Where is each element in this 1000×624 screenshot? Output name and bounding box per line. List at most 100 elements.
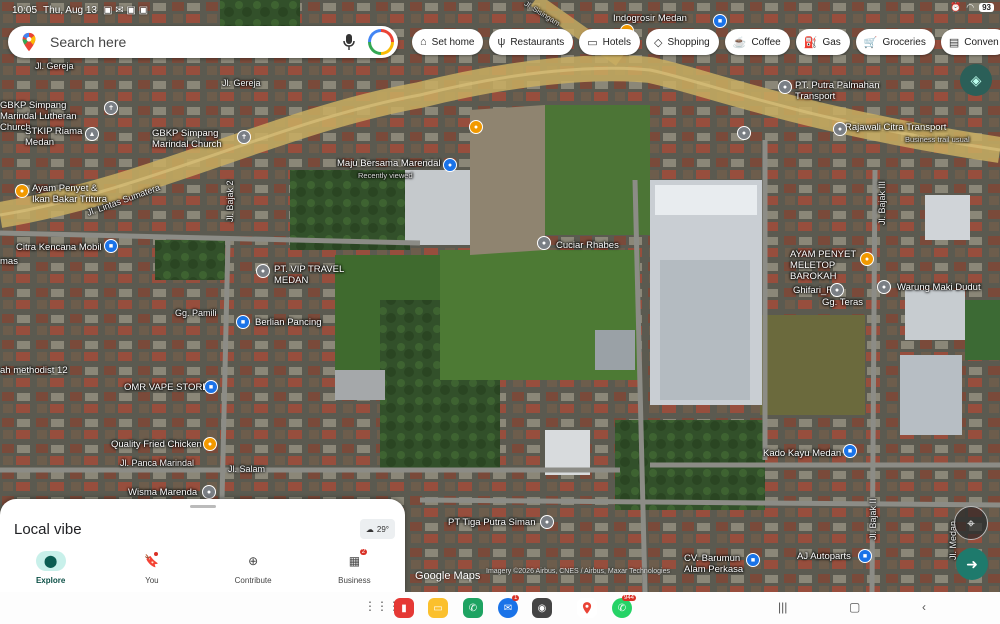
microphone-icon[interactable] bbox=[342, 33, 356, 51]
map-label[interactable]: OMR VAPE STORE bbox=[124, 382, 209, 393]
weather-chip[interactable]: ☁ 29° bbox=[359, 519, 395, 539]
shopping-pin-icon[interactable]: ■ bbox=[104, 239, 118, 253]
food-pin-icon[interactable]: ● bbox=[15, 184, 29, 198]
place-pin-icon[interactable]: ● bbox=[256, 264, 270, 278]
groceries-icon: 🛒 bbox=[863, 36, 878, 49]
home-icon: ⌂ bbox=[420, 36, 427, 48]
place-pin-icon[interactable]: ● bbox=[778, 80, 792, 94]
school-pin-icon[interactable]: ▲ bbox=[85, 127, 99, 141]
messages-badge: 1 bbox=[512, 595, 520, 601]
temperature: 29° bbox=[376, 524, 389, 534]
whatsapp-badge: 944 bbox=[622, 595, 637, 601]
chip-shopping[interactable]: ◇ Shopping bbox=[646, 29, 719, 55]
back-button-icon[interactable]: ‹ bbox=[922, 600, 926, 614]
map-label: Gg. Teras bbox=[822, 297, 864, 308]
place-pin-icon[interactable]: ● bbox=[830, 283, 844, 297]
app-notes-icon[interactable]: ▮ bbox=[394, 598, 414, 618]
church-pin-icon[interactable]: ✝ bbox=[104, 101, 118, 115]
nav-explore[interactable]: ⬤ Explore bbox=[0, 547, 101, 592]
map-label[interactable]: CV. Barumun Alam Perkasa bbox=[684, 553, 744, 575]
home-button-icon[interactable]: ▢ bbox=[849, 600, 860, 614]
map-label[interactable]: Kado Kayu Medan bbox=[763, 448, 841, 459]
map-label[interactable]: Maju Bersama Marendal bbox=[337, 158, 441, 169]
app-camera-icon[interactable]: ◉ bbox=[532, 598, 552, 618]
chip-convenience[interactable]: ▤ Conven bbox=[940, 29, 1000, 55]
chip-gas[interactable]: ⛽ Gas bbox=[795, 29, 850, 55]
chip-coffee[interactable]: ☕ Coffee bbox=[724, 29, 790, 55]
map-label[interactable]: PT. VIP TRAVEL MEDAN bbox=[274, 264, 354, 286]
road-label: Jl. Bajak III bbox=[877, 180, 887, 225]
recent-apps-icon[interactable]: ||| bbox=[778, 600, 787, 614]
food-pin-icon[interactable]: ● bbox=[860, 252, 874, 266]
sheet-drag-handle[interactable] bbox=[190, 505, 216, 508]
status-bar: 10:05 Thu, Aug 13 ▣ ✉ ▣ ▣ bbox=[12, 2, 148, 18]
road-label: Jl. Panca Marindal bbox=[120, 458, 195, 468]
cloud-icon: ☁ bbox=[365, 524, 374, 534]
nav-you[interactable]: 🔖 You bbox=[101, 547, 202, 592]
directions-button[interactable]: ➜ bbox=[956, 548, 988, 580]
app-maps-icon[interactable] bbox=[577, 598, 597, 618]
nav-business[interactable]: ▦ 2 Business bbox=[304, 547, 405, 592]
gas-icon: ⛽ bbox=[803, 36, 818, 49]
shopping-pin-icon[interactable]: ■ bbox=[858, 549, 872, 563]
map-label[interactable]: Rajawali Citra Transport bbox=[845, 122, 946, 133]
map-label[interactable]: PT Tiga Putra Siman bbox=[448, 517, 535, 528]
bottom-navigation: ⬤ Explore 🔖 You ⊕ Contribute ▦ 2 Busines… bbox=[0, 547, 405, 592]
map-label: ah methodist 12 bbox=[0, 365, 68, 376]
search-bar[interactable]: Search here bbox=[8, 26, 398, 58]
chip-groceries[interactable]: 🛒 Groceries bbox=[855, 29, 935, 55]
recent-pin-icon[interactable]: ● bbox=[443, 158, 457, 172]
road-label: Jl. Salam bbox=[228, 464, 266, 474]
account-avatar[interactable] bbox=[368, 29, 394, 55]
shopping-pin-icon[interactable]: ■ bbox=[713, 14, 727, 28]
map-label[interactable]: AYAM PENYET MELETOP BAROKAH bbox=[790, 249, 870, 282]
map-label[interactable]: Wisma Marenda bbox=[128, 487, 197, 498]
explore-pin-icon: ⬤ bbox=[35, 551, 66, 571]
alarm-icon: ⏰ bbox=[950, 2, 962, 12]
nav-contribute[interactable]: ⊕ Contribute bbox=[203, 547, 304, 592]
map-label[interactable]: Cuciar Rhabes bbox=[556, 240, 619, 251]
church-pin-icon[interactable]: ✝ bbox=[237, 130, 251, 144]
food-pin-icon[interactable]: ● bbox=[469, 120, 483, 134]
map-label[interactable]: GBKP Simpang Marindal Church bbox=[152, 128, 237, 150]
map-label[interactable]: Berlian Pancing bbox=[255, 317, 322, 328]
google-maps-logo-icon bbox=[22, 32, 36, 52]
bottom-sheet[interactable]: Local vibe ☁ 29° ⬤ Explore 🔖 You ⊕ Contr… bbox=[0, 499, 405, 592]
directions-icon: ➜ bbox=[966, 555, 978, 572]
chip-restaurants[interactable]: ψ Restaurants bbox=[489, 29, 574, 55]
layers-button[interactable]: ◈ bbox=[960, 64, 992, 96]
map-label[interactable]: AJ Autoparts bbox=[797, 551, 851, 562]
place-pin-icon[interactable]: ● bbox=[202, 485, 216, 499]
chip-set-home[interactable]: ⌂ Set home bbox=[412, 29, 484, 55]
map-label[interactable]: Ayam Penyet & Ikan Bakar Tritura bbox=[32, 183, 112, 205]
app-phone-icon[interactable]: ✆ bbox=[463, 598, 483, 618]
place-pin-icon[interactable]: ● bbox=[737, 126, 751, 140]
map-label[interactable]: STKIP Riama Medan bbox=[25, 126, 85, 148]
notification-icons: ▣ ✉ ▣ ▣ bbox=[102, 4, 149, 16]
shopping-pin-icon[interactable]: ■ bbox=[236, 315, 250, 329]
shopping-pin-icon[interactable]: ■ bbox=[204, 380, 218, 394]
shopping-pin-icon[interactable]: ■ bbox=[746, 553, 760, 567]
search-input[interactable]: Search here bbox=[50, 34, 342, 50]
app-files-icon[interactable]: ▭ bbox=[428, 598, 448, 618]
food-pin-icon[interactable]: ● bbox=[203, 437, 217, 451]
road-label: Jl. Gereja bbox=[222, 78, 261, 88]
map-label[interactable]: Citra Kencana Mobil bbox=[16, 242, 102, 253]
road-label: Gg. Pamili bbox=[175, 308, 217, 318]
map-label[interactable]: PT. Putra Palmahan Transport bbox=[795, 80, 885, 102]
place-pin-icon[interactable]: ● bbox=[833, 122, 847, 136]
place-pin-icon[interactable]: ● bbox=[540, 515, 554, 529]
place-pin-icon[interactable]: ● bbox=[877, 280, 891, 294]
chip-hotels[interactable]: ▭ Hotels bbox=[579, 29, 640, 55]
shopping-pin-icon[interactable]: ■ bbox=[843, 444, 857, 458]
map-label[interactable]: Quality Fried Chicken bbox=[111, 439, 202, 450]
business-badge: 2 bbox=[359, 549, 368, 555]
app-whatsapp-icon[interactable]: ✆ bbox=[612, 598, 632, 618]
map-label[interactable]: Indogrosir Medan bbox=[613, 13, 687, 24]
my-location-button[interactable]: ⌖ bbox=[954, 506, 988, 540]
category-chips: ⌂ Set home ψ Restaurants ▭ Hotels ◇ Shopping… bbox=[412, 29, 1000, 55]
place-pin-icon[interactable]: ● bbox=[537, 236, 551, 250]
app-messages-icon[interactable]: ✉ bbox=[498, 598, 518, 618]
map-label[interactable]: Warung Maki Dudut bbox=[897, 282, 981, 293]
road-label: Jl. Bajak 2 bbox=[225, 180, 235, 222]
